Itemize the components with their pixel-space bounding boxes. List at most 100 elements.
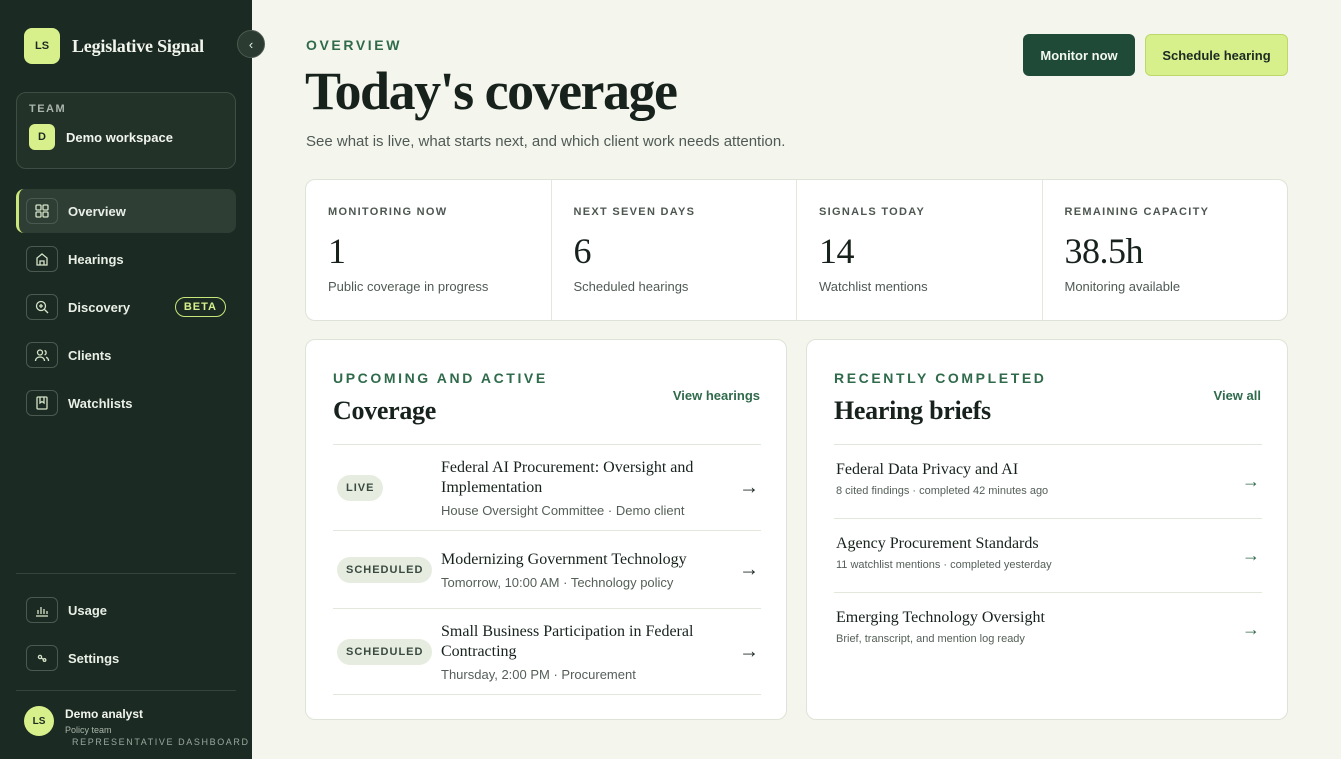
stat-caption: Watchlist mentions [819,279,928,294]
brief-title: Agency Procurement Standards [836,535,1039,552]
beta-badge: BETA [174,297,226,317]
brief-meta: Brief, transcript, and mention log ready [836,633,1025,645]
stat-value: 6 [573,231,592,271]
list-item[interactable]: Agency Procurement Standards 11 watchlis… [834,519,1262,593]
brand-name: Legislative Signal [72,35,204,56]
users-icon [26,342,58,368]
panel-eyebrow: RECENTLY COMPLETED [834,370,1047,386]
panel-title: Hearing briefs [834,396,991,425]
hearing-briefs-panel: RECENTLY COMPLETED Hearing briefs View a… [806,339,1288,720]
brief-title: Emerging Technology Oversight [836,609,1045,626]
sidebar-nav: Overview Hearings Discovery BETA Clients [16,189,236,429]
page-eyebrow: OVERVIEW [306,37,403,53]
stat-label: NEXT SEVEN DAYS [573,206,696,218]
stat-label: REMAINING CAPACITY [1064,206,1210,218]
sidebar-item-settings[interactable]: Settings [16,636,236,680]
list-item[interactable]: SCHEDULED Small Business Participation i… [333,609,761,695]
coverage-panel: UPCOMING AND ACTIVE Coverage View hearin… [305,339,787,720]
sidebar: LS Legislative Signal TEAM D Demo worksp… [0,0,252,759]
team-avatar: D [29,124,55,150]
schedule-hearing-button[interactable]: Schedule hearing [1145,34,1288,76]
collapse-sidebar-button[interactable]: ‹ [237,30,265,58]
team-name: Demo workspace [66,129,173,145]
brief-meta: 8 cited findings · completed 42 minutes … [836,485,1049,497]
building-icon [26,246,58,272]
sidebar-divider [16,573,236,574]
avatar: LS [24,706,54,736]
stat-value: 1 [328,231,346,271]
user-profile[interactable]: LS Demo analyst Policy team [24,706,143,736]
list-item[interactable]: Emerging Technology Oversight Brief, tra… [834,593,1262,667]
page-subtitle: See what is live, what starts next, and … [306,133,786,150]
team-label: TEAM [29,103,67,115]
bookmark-icon [26,390,58,416]
profile-team: Policy team [65,725,112,735]
briefs-list: Federal Data Privacy and AI 8 cited find… [834,444,1262,667]
hearing-meta: Thursday, 2:00 PM · Procurement [441,666,636,682]
arrow-right-icon: → [739,640,759,662]
sidebar-item-label: Settings [68,650,120,666]
hearing-title: Small Business Participation in Federal … [441,622,694,660]
hearing-meta: Tomorrow, 10:00 AM · Technology policy [441,574,674,590]
brand[interactable]: LS Legislative Signal [24,28,204,64]
stat-value: 14 [819,231,854,271]
brief-meta: 11 watchlist mentions · completed yester… [836,559,1052,571]
list-item[interactable]: SCHEDULED Modernizing Government Technol… [333,531,761,609]
sidebar-divider [16,690,236,691]
bar-chart-icon [26,597,58,623]
arrow-right-icon: → [739,476,759,498]
stat-next-seven-days: NEXT SEVEN DAYS 6 Scheduled hearings [552,180,797,320]
sidebar-item-watchlists[interactable]: Watchlists [16,381,236,425]
grid-icon [26,198,58,224]
team-switcher[interactable]: TEAM D Demo workspace [16,92,236,169]
arrow-right-icon: → [1242,471,1260,491]
sidebar-item-clients[interactable]: Clients [16,333,236,377]
view-all-link[interactable]: View all [1214,388,1261,403]
status-badge: SCHEDULED [337,556,433,583]
profile-name: Demo analyst [65,707,144,721]
stat-caption: Monitoring available [1064,279,1181,294]
view-hearings-link[interactable]: View hearings [673,388,760,403]
stat-monitoring-now: MONITORING NOW 1 Public coverage in prog… [306,180,552,320]
chevron-left-icon: ‹ [248,36,254,52]
arrow-right-icon: → [739,558,759,580]
stat-label: SIGNALS TODAY [819,206,926,218]
stat-caption: Scheduled hearings [573,279,689,294]
sidebar-item-overview[interactable]: Overview [16,189,236,233]
hearing-title: Modernizing Government Technology [441,550,687,568]
panel-eyebrow: UPCOMING AND ACTIVE [333,370,548,386]
monitor-now-button[interactable]: Monitor now [1023,34,1135,76]
stat-label: MONITORING NOW [328,206,448,218]
arrow-right-icon: → [1242,545,1260,565]
hearing-meta: House Oversight Committee · Demo client [441,502,685,518]
dashboard-footer-label: REPRESENTATIVE DASHBOARD [72,737,250,747]
list-item[interactable]: Federal Data Privacy and AI 8 cited find… [834,445,1262,519]
sidebar-item-label: Overview [68,203,126,219]
stat-remaining-capacity: REMAINING CAPACITY 38.5h Monitoring avai… [1043,180,1288,320]
list-item[interactable]: LIVE Federal AI Procurement: Oversight a… [333,445,761,531]
panel-title: Coverage [333,396,436,425]
brand-logo: LS [24,28,60,64]
sidebar-item-label: Hearings [68,251,124,267]
status-badge: SCHEDULED [337,638,433,665]
sidebar-item-label: Discovery [68,299,131,315]
status-badge: LIVE [337,474,384,501]
sidebar-item-discovery[interactable]: Discovery BETA [16,285,236,329]
hearing-title: Federal AI Procurement: Oversight and Im… [441,458,694,496]
stats-card: MONITORING NOW 1 Public coverage in prog… [305,179,1288,321]
page-title: Today's coverage [305,61,678,121]
sidebar-item-hearings[interactable]: Hearings [16,237,236,281]
stat-value: 38.5h [1064,231,1144,271]
brief-title: Federal Data Privacy and AI [836,461,1019,478]
sidebar-item-usage[interactable]: Usage [16,588,236,632]
sidebar-item-label: Clients [68,347,112,363]
stat-signals-today: SIGNALS TODAY 14 Watchlist mentions [797,180,1043,320]
coverage-list: LIVE Federal AI Procurement: Oversight a… [333,444,761,695]
sidebar-nav-bottom: Usage Settings [16,588,236,684]
sidebar-item-label: Usage [68,602,108,618]
stat-caption: Public coverage in progress [328,279,489,294]
settings-icon [26,645,58,671]
sidebar-item-label: Watchlists [68,395,133,411]
search-icon [26,294,58,320]
arrow-right-icon: → [1242,619,1260,639]
